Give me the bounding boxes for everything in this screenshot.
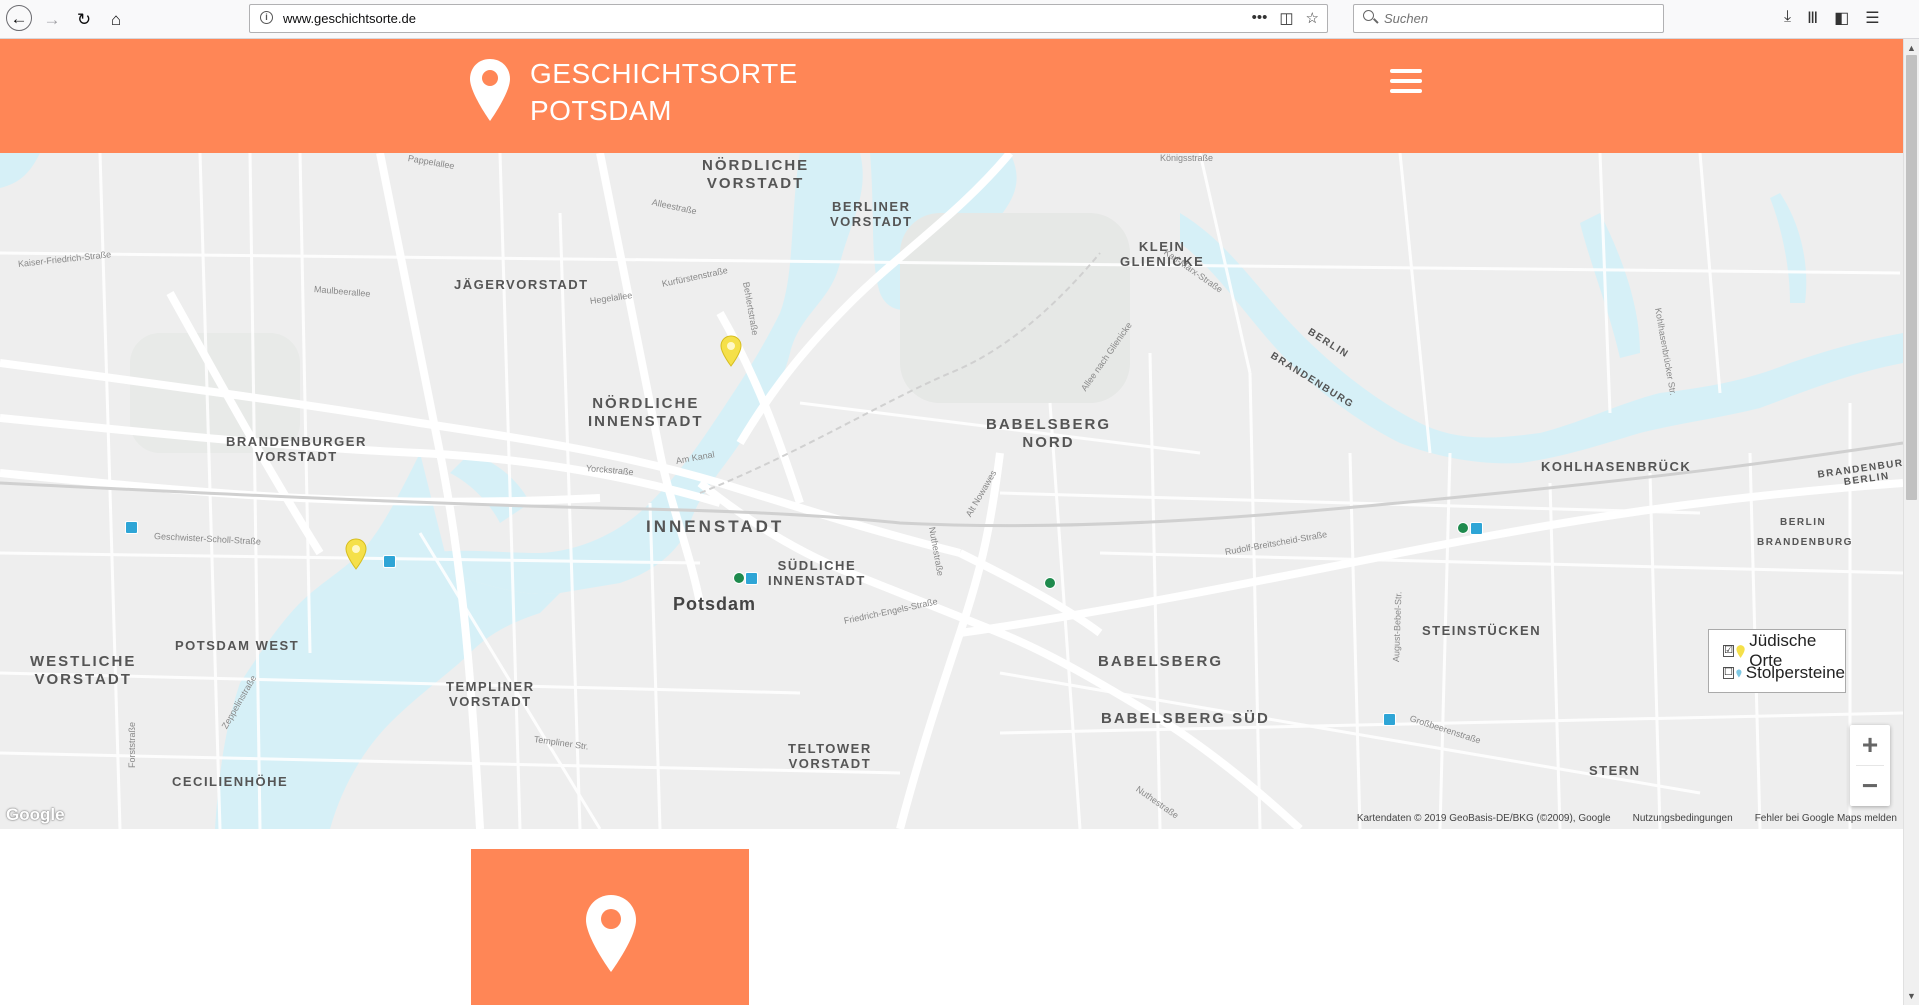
google-logo[interactable]: Google — [6, 805, 65, 825]
scroll-up-arrow-icon[interactable]: ▲ — [1907, 43, 1916, 53]
url-actions: ••• ◫ ☆ — [1252, 9, 1319, 27]
legend-item-stolpersteine[interactable]: ☐ Stolpersteine — [1723, 662, 1845, 684]
district-label: JÄGERVORSTADT — [454, 277, 589, 292]
page-actions-icon[interactable]: ••• — [1252, 9, 1268, 27]
sbahn-icon[interactable] — [1457, 522, 1469, 534]
site-title-line2: POTSDAM — [530, 95, 672, 126]
district-label: STERN — [1589, 763, 1641, 778]
page-scrollbar[interactable]: ▲ ▼ — [1903, 39, 1919, 1005]
district-label: BABELSBERG SÜD — [1101, 710, 1270, 727]
download-icon[interactable]: ⤓ — [1784, 8, 1791, 28]
address-bar[interactable]: i www.geschichtsorte.de ••• ◫ ☆ — [249, 4, 1328, 33]
browser-toolbar: ← → ↻ ⌂ i www.geschichtsorte.de ••• ◫ ☆ … — [0, 0, 1919, 39]
district-label: CECILIENHÖHE — [172, 774, 289, 789]
district-label: BABELSBERG NORD — [986, 416, 1112, 451]
menu-icon[interactable]: ☰ — [1865, 8, 1879, 28]
content-card[interactable] — [471, 849, 749, 1005]
jewish-site-pin-icon[interactable] — [720, 335, 742, 367]
legend-checkbox[interactable]: ☑ — [1723, 645, 1735, 657]
hamburger-menu-icon[interactable] — [1390, 69, 1422, 95]
district-label: POTSDAM WEST — [175, 638, 300, 653]
yellow-pin-icon — [1736, 644, 1745, 658]
map-data-credit: Kartendaten © 2019 GeoBasis-DE/BKG (©200… — [1356, 813, 1611, 824]
reload-icon[interactable]: ↻ — [72, 7, 96, 31]
sbahn-icon[interactable] — [1044, 577, 1056, 589]
blue-pin-icon — [1736, 668, 1742, 678]
boundary-label: BRANDENBURG — [1757, 537, 1853, 548]
location-pin-icon — [586, 895, 636, 972]
search-icon — [1363, 10, 1374, 21]
district-label: NÖRDLICHE VORSTADT — [702, 157, 810, 192]
district-label: KOHLHASENBRÜCK — [1541, 459, 1692, 474]
legend-checkbox[interactable]: ☐ — [1723, 667, 1734, 679]
terms-link[interactable]: Nutzungsbedingungen — [1633, 813, 1733, 824]
jewish-site-pin-icon[interactable] — [345, 538, 367, 570]
district-label: NÖRDLICHE INNENSTADT — [588, 395, 704, 430]
scroll-thumb[interactable] — [1906, 55, 1917, 500]
zoom-in-button[interactable]: + — [1850, 725, 1890, 765]
site-title-line1: GESCHICHTSORTE — [530, 58, 798, 89]
city-label: Potsdam — [673, 594, 757, 614]
district-label: TELTOWER VORSTADT — [788, 741, 872, 771]
report-error-link[interactable]: Fehler bei Google Maps melden — [1755, 813, 1897, 824]
train-station-icon[interactable] — [1383, 713, 1396, 726]
boundary-label: BERLIN — [1780, 517, 1827, 528]
legend-item-jewish-sites[interactable]: ☑ Jüdische Orte — [1723, 631, 1845, 670]
bookmark-star-icon[interactable]: ☆ — [1306, 9, 1319, 27]
district-label: STEINSTÜCKEN — [1422, 623, 1542, 638]
sbahn-icon[interactable] — [733, 572, 745, 584]
zoom-control: + − — [1850, 725, 1890, 806]
sidebar-icon[interactable]: ◧ — [1834, 8, 1849, 28]
scroll-down-arrow-icon[interactable]: ▼ — [1907, 991, 1916, 1001]
map-legend: ☑ Jüdische Orte ☐ Stolpersteine — [1708, 629, 1846, 693]
site-header: GESCHICHTSORTE POTSDAM — [0, 39, 1903, 153]
forward-arrow-icon[interactable]: → — [40, 7, 64, 31]
library-icon[interactable]: Ⅲ — [1807, 8, 1818, 28]
back-arrow-icon[interactable]: ← — [6, 5, 32, 31]
district-label: SÜDLICHE INNENSTADT — [768, 558, 866, 588]
street-label: Forststraße — [127, 721, 137, 768]
legend-label: Stolpersteine — [1745, 663, 1845, 682]
district-label: TEMPLINER VORSTADT — [446, 679, 535, 709]
site-info-icon[interactable]: i — [260, 11, 273, 24]
district-label: BERLINER VORSTADT — [830, 199, 913, 229]
url-text[interactable]: www.geschichtsorte.de — [283, 11, 416, 26]
home-icon[interactable]: ⌂ — [104, 7, 128, 31]
district-label: BRANDENBURGER VORSTADT — [226, 434, 367, 464]
site-title[interactable]: GESCHICHTSORTE POTSDAM — [530, 55, 798, 129]
search-input[interactable]: Suchen — [1384, 11, 1428, 26]
district-label: WESTLICHE VORSTADT — [30, 653, 137, 688]
search-bar[interactable]: Suchen — [1353, 4, 1664, 33]
district-label: BABELSBERG — [1098, 653, 1224, 670]
train-station-icon[interactable] — [1470, 522, 1483, 535]
map-attribution: Kartendaten © 2019 GeoBasis-DE/BKG (©200… — [1357, 813, 1897, 824]
map-tiles — [0, 153, 1903, 829]
train-station-icon[interactable] — [125, 521, 138, 534]
pocket-icon[interactable]: ◫ — [1279, 9, 1293, 27]
map[interactable]: NÖRDLICHE VORSTADT BERLINER VORSTADT JÄG… — [0, 153, 1903, 829]
street-label: Königsstraße — [1160, 153, 1214, 163]
zoom-out-button[interactable]: − — [1850, 766, 1890, 806]
train-station-icon[interactable] — [745, 572, 758, 585]
district-label: INNENSTADT — [646, 517, 785, 536]
location-pin-icon[interactable] — [468, 57, 512, 123]
toolbar-right: ⤓ Ⅲ ◧ ☰ — [1784, 8, 1880, 28]
train-station-icon[interactable] — [383, 555, 396, 568]
